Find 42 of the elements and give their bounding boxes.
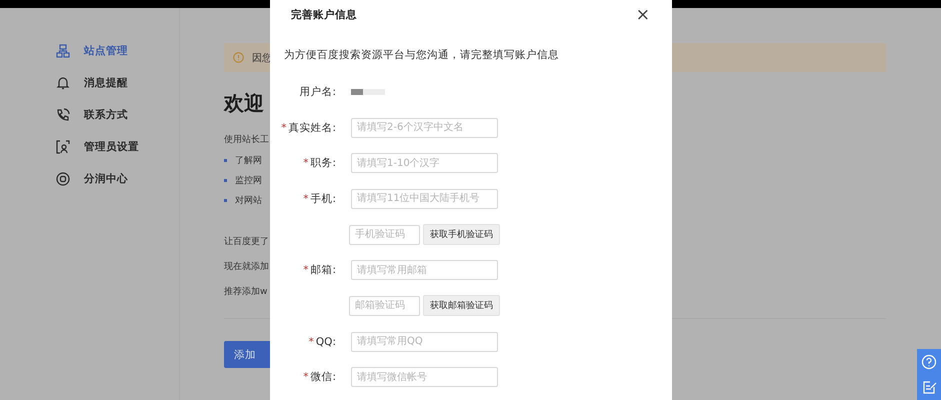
field-label: * 手机: bbox=[302, 192, 336, 206]
sidebar-item[interactable]: 联系方式 bbox=[56, 104, 179, 126]
input-field[interactable]: 请填写微信帐号 bbox=[351, 367, 498, 388]
intro-text: 使用站长工 bbox=[224, 134, 269, 146]
redacted-value bbox=[351, 88, 387, 96]
field-label: * 邮箱: bbox=[302, 263, 336, 278]
sidebar-item[interactable]: 管理员设置 bbox=[56, 136, 179, 158]
input-field[interactable]: 请填写1-10个汉字 bbox=[351, 153, 498, 174]
target-icon bbox=[56, 172, 70, 186]
help-icon[interactable] bbox=[921, 354, 937, 370]
input-field[interactable]: 请填写11位中国大陆手机号 bbox=[351, 188, 498, 209]
paragraph-line: 现在就添加 bbox=[224, 260, 269, 273]
code-field[interactable]: 手机验证码 bbox=[349, 224, 420, 245]
paragraph-line: 让百度更了 bbox=[224, 236, 269, 248]
field-label: * 微信: bbox=[302, 370, 336, 384]
phone-icon bbox=[56, 108, 70, 122]
get-code-button[interactable]: 获取邮箱验证码 bbox=[423, 295, 500, 316]
dialog-title: 完善账户信息 bbox=[291, 8, 357, 22]
paragraph-line: 推荐添加w bbox=[224, 286, 268, 298]
sidebar-item[interactable]: 分润中心 bbox=[56, 168, 179, 190]
user-card-icon bbox=[56, 140, 70, 154]
bullet-text: 监控网 bbox=[235, 174, 262, 186]
dialog-description: 为方便百度搜索资源平台与您沟通，请完整填写账户信息 bbox=[284, 48, 560, 62]
input-field[interactable]: 请填写常用邮箱 bbox=[351, 260, 498, 280]
welcome-heading: 欢迎 bbox=[224, 90, 264, 117]
field-label: * 真实姓名: bbox=[280, 120, 336, 135]
field-label: * 职务: bbox=[302, 156, 336, 170]
input-field[interactable]: 请填写2-6个汉字中文名 bbox=[351, 118, 498, 138]
code-field[interactable]: 邮箱验证码 bbox=[349, 296, 420, 316]
input-field[interactable]: 请填写常用QQ bbox=[351, 332, 498, 352]
edit-icon[interactable] bbox=[922, 380, 936, 395]
bullet-text: 了解网 bbox=[235, 154, 262, 166]
close-button[interactable]: × bbox=[636, 6, 650, 24]
sitemap-icon bbox=[56, 44, 70, 58]
get-code-button[interactable]: 获取手机验证码 bbox=[423, 224, 500, 246]
info-icon bbox=[233, 52, 244, 63]
field-label: 用户名: bbox=[298, 84, 336, 99]
sidebar-item[interactable]: 消息提醒 bbox=[56, 72, 179, 94]
field-label: * QQ: bbox=[308, 336, 336, 348]
bell-icon bbox=[56, 76, 70, 90]
bullet-text: 对网站 bbox=[235, 194, 262, 206]
add-site-button[interactable]: 添加 bbox=[224, 341, 270, 368]
